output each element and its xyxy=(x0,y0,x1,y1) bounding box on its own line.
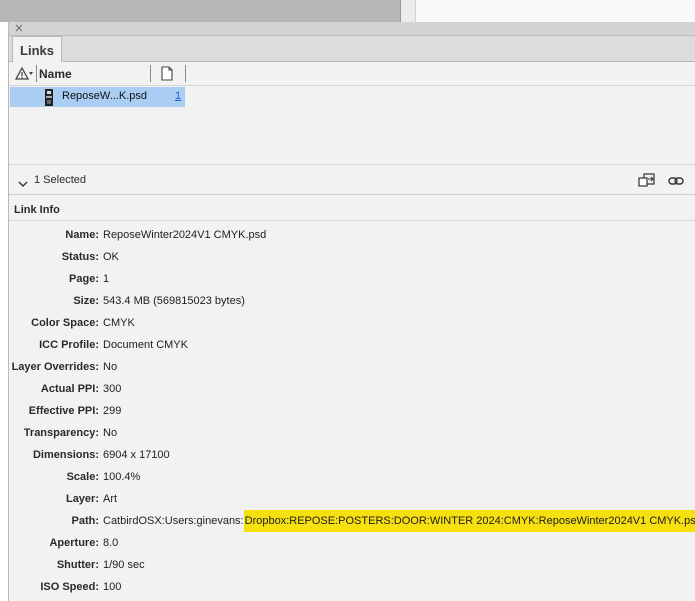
name-column-header[interactable]: Name xyxy=(39,67,72,81)
chain-link-icon[interactable] xyxy=(668,174,684,192)
links-list: ReposeW...K.psd 1 xyxy=(9,86,695,164)
info-label: Size: xyxy=(73,295,99,307)
info-value: ReposeWinter2024V1 CMYK.psd xyxy=(103,229,267,241)
column-header: Name xyxy=(9,62,695,86)
column-separator[interactable] xyxy=(36,65,37,82)
link-info-title: Link Info xyxy=(14,204,60,216)
close-icon[interactable]: × xyxy=(14,21,24,35)
info-row-size: Size: 543.4 MB (569815023 bytes) xyxy=(9,292,695,314)
info-label: Path: xyxy=(71,515,100,527)
info-label: Actual PPI: xyxy=(40,383,99,395)
info-label: Layer: xyxy=(65,493,99,505)
info-value-path[interactable]: CatbirdOSX:Users:ginevans:Dropbox:REPOSE… xyxy=(103,510,695,532)
info-row-transparency: Transparency: No xyxy=(9,424,695,446)
relink-icon[interactable] xyxy=(638,173,658,193)
info-label: ICC Profile: xyxy=(39,339,99,351)
column-separator[interactable] xyxy=(150,65,151,82)
info-row-shutter: Shutter: 1/90 sec xyxy=(9,556,695,578)
background-window xyxy=(0,0,695,22)
links-panel: × Links Name ReposeW...K.psd 1 1 Selecte… xyxy=(8,21,695,601)
column-separator[interactable] xyxy=(185,65,186,82)
info-row-aperture: Aperture: 8.0 xyxy=(9,534,695,556)
info-value: 100 xyxy=(103,581,122,593)
info-row-layer: Layer: Art xyxy=(9,490,695,512)
info-value: No xyxy=(103,361,118,373)
info-row-scale: Scale: 100.4% xyxy=(9,468,695,490)
panel-titlebar: × xyxy=(9,21,695,36)
info-value: 100.4% xyxy=(103,471,141,483)
info-row-path: Path: CatbirdOSX:Users:ginevans:Dropbox:… xyxy=(9,510,695,534)
info-row-page: Page: 1 xyxy=(9,270,695,292)
info-row-actual-ppi: Actual PPI: 300 xyxy=(9,380,695,402)
info-label: Color Space: xyxy=(31,317,99,329)
page-icon[interactable] xyxy=(160,66,174,86)
info-label: Shutter: xyxy=(56,559,99,571)
info-label: Page: xyxy=(69,273,99,285)
info-value: 299 xyxy=(103,405,122,417)
info-label: Status: xyxy=(61,251,99,263)
info-value: 8.0 xyxy=(103,537,119,549)
list-item[interactable]: ReposeW...K.psd 1 xyxy=(10,87,185,107)
background-window-edge xyxy=(400,0,695,22)
warning-icon[interactable] xyxy=(14,66,35,82)
info-row-name: Name: ReposeWinter2024V1 CMYK.psd xyxy=(9,226,695,248)
info-value: 543.4 MB (569815023 bytes) xyxy=(103,295,245,307)
info-label: Dimensions: xyxy=(32,449,99,461)
info-row-effective-ppi: Effective PPI: 299 xyxy=(9,402,695,424)
info-row-dimensions: Dimensions: 6904 x 17100 xyxy=(9,446,695,468)
info-label: Name: xyxy=(65,229,99,241)
tab-links-label: Links xyxy=(20,42,54,58)
info-value: No xyxy=(103,427,118,439)
info-row-status: Status: OK xyxy=(9,248,695,270)
info-label: Aperture: xyxy=(49,537,99,549)
selection-bar: 1 Selected xyxy=(9,164,695,195)
link-info-section: Name: ReposeWinter2024V1 CMYK.psd Status… xyxy=(9,220,695,601)
info-value: 1 xyxy=(103,273,110,285)
file-page-link[interactable]: 1 xyxy=(175,90,181,102)
tab-links[interactable]: Links xyxy=(12,36,62,63)
info-value: 1/90 sec xyxy=(103,559,145,571)
path-prefix: CatbirdOSX:Users:ginevans: xyxy=(103,515,244,527)
info-label: Layer Overrides: xyxy=(11,361,99,373)
chevron-down-icon[interactable] xyxy=(18,175,28,193)
info-value: Art xyxy=(103,493,118,505)
info-value: 300 xyxy=(103,383,122,395)
file-thumbnail-icon xyxy=(45,89,53,111)
info-row-icc-profile: ICC Profile: Document CMYK xyxy=(9,336,695,358)
selection-count: 1 Selected xyxy=(34,174,86,186)
info-label: ISO Speed: xyxy=(40,581,99,593)
path-highlighted: Dropbox:REPOSE:POSTERS:DOOR:WINTER 2024:… xyxy=(243,510,695,532)
info-value: OK xyxy=(103,251,119,263)
info-row-iso-speed: ISO Speed: 100 xyxy=(9,578,695,600)
info-label: Transparency: xyxy=(23,427,99,439)
info-label: Effective PPI: xyxy=(28,405,99,417)
info-value: CMYK xyxy=(103,317,135,329)
file-name: ReposeW...K.psd xyxy=(62,90,147,102)
info-value: 6904 x 17100 xyxy=(103,449,170,461)
info-value: Document CMYK xyxy=(103,339,188,351)
info-row-layer-overrides: Layer Overrides: No xyxy=(9,358,695,380)
info-label: Scale: xyxy=(66,471,99,483)
tab-bar: Links xyxy=(9,36,695,63)
info-row-color-space: Color Space: CMYK xyxy=(9,314,695,336)
